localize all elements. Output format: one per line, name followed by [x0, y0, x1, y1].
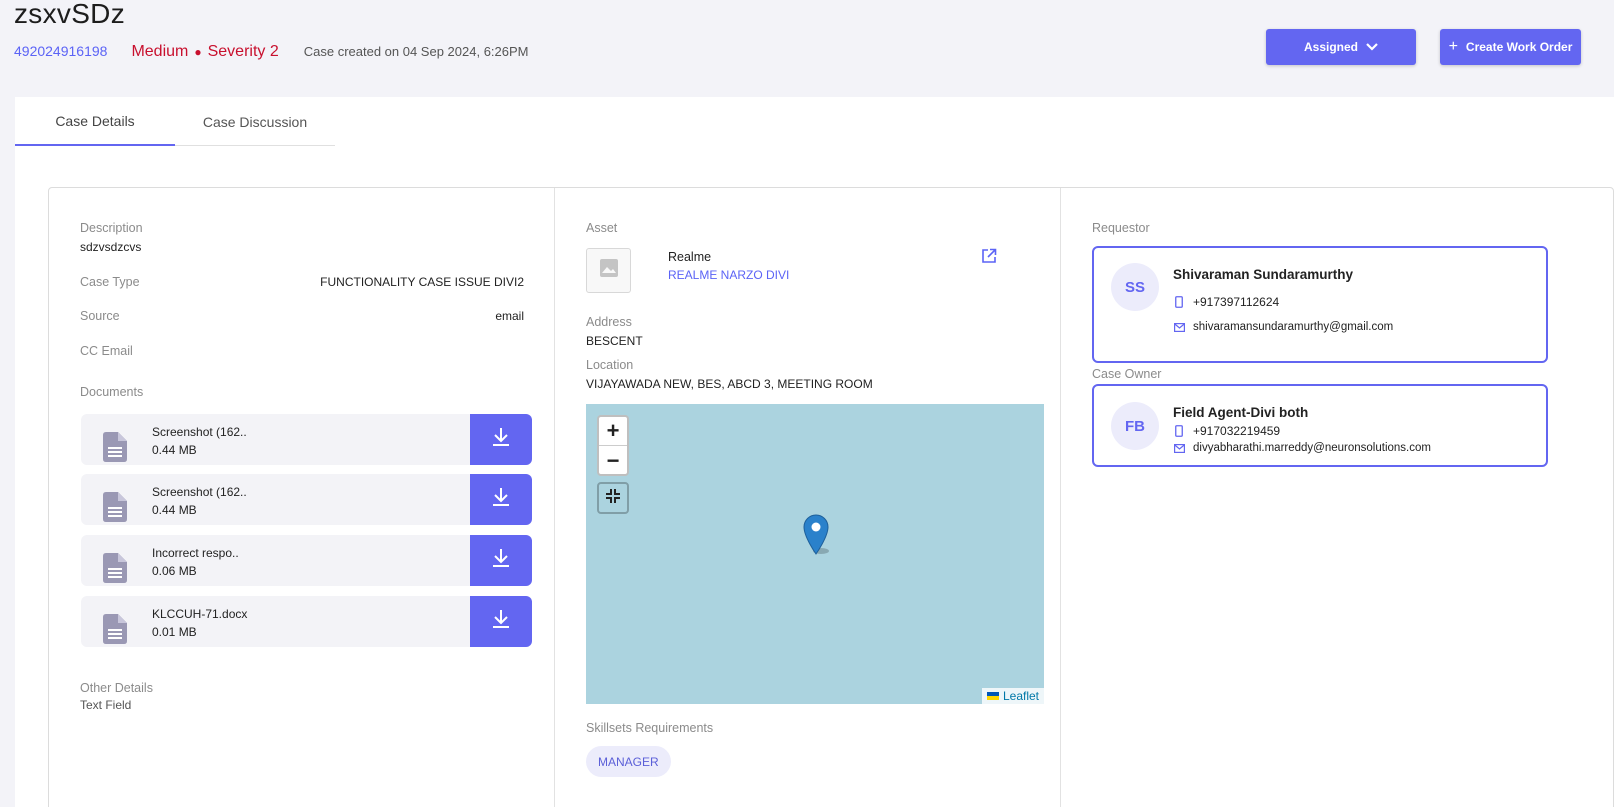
tab-case-details[interactable]: Case Details [15, 97, 175, 146]
description-label: Description [80, 221, 143, 235]
details-column: Description sdzvsdzcvs Case Type FUNCTIO… [49, 188, 554, 807]
address-value: BESCENT [586, 334, 643, 348]
case-type-value: FUNCTIONALITY CASE ISSUE DIVI2 [320, 275, 524, 289]
download-icon [492, 609, 510, 634]
separator-dot: ● [194, 45, 202, 59]
phone-icon [1173, 425, 1185, 437]
asset-model-link[interactable]: REALME NARZO DIVI [668, 268, 789, 282]
case-header: zsxvSDz 492024916198 Medium ● Severity 2… [0, 0, 1614, 96]
document-size: 0.44 MB [152, 503, 197, 517]
requestor-email: shivaramansundaramurthy@gmail.com [1193, 321, 1394, 333]
document-file-icon [103, 432, 127, 462]
main-content: Case Details Case Discussion Description… [15, 97, 1614, 807]
document-item: KLCCUH-71.docx 0.01 MB [81, 596, 532, 647]
location-label: Location [586, 358, 634, 372]
asset-label: Asset [586, 221, 618, 235]
mail-icon [1173, 442, 1185, 454]
document-item: Screenshot (162.. 0.44 MB [81, 414, 532, 465]
owner-email: divyabharathi.marreddy@neuronsolutions.c… [1193, 442, 1431, 454]
source-label: Source [80, 309, 120, 323]
created-date: Case created on 04 Sep 2024, 6:26PM [303, 44, 529, 59]
location-pin-icon[interactable] [803, 513, 833, 560]
requestor-card[interactable]: SS Shivaraman Sundaramurthy +91739711262… [1092, 246, 1548, 363]
document-item: Incorrect respo.. 0.06 MB [81, 535, 532, 586]
document-file-icon [103, 614, 127, 644]
download-icon [492, 427, 510, 452]
requestor-phone-row: +917397112624 [1173, 295, 1279, 309]
priority-label: Medium [131, 43, 189, 60]
case-owner-label: Case Owner [1092, 367, 1162, 381]
document-name: Screenshot (162.. [152, 485, 247, 499]
download-button[interactable] [470, 474, 532, 525]
map-zoom-control: + − [597, 415, 629, 476]
tab-bar: Case Details Case Discussion [15, 97, 335, 146]
cc-email-label: CC Email [80, 344, 133, 358]
documents-label: Documents [80, 385, 144, 399]
open-external-icon[interactable] [981, 248, 997, 269]
zoom-out-button[interactable]: − [599, 446, 627, 475]
document-name: KLCCUH-71.docx [152, 607, 248, 621]
map-attribution[interactable]: Leaflet [981, 688, 1044, 704]
download-button[interactable] [470, 414, 532, 465]
skill-chip: MANAGER [586, 746, 671, 777]
plus-icon: + [1448, 38, 1458, 55]
tab-case-discussion[interactable]: Case Discussion [175, 97, 335, 146]
chevron-down-icon [1366, 40, 1378, 54]
collapse-icon [605, 488, 621, 509]
case-details-card: Description sdzvsdzcvs Case Type FUNCTIO… [48, 187, 1614, 807]
document-file-icon [103, 553, 127, 583]
document-size: 0.01 MB [152, 625, 197, 639]
case-type-label: Case Type [80, 275, 140, 289]
case-meta: 492024916198 Medium ● Severity 2 Case cr… [14, 43, 529, 61]
severity-label: Severity 2 [207, 43, 279, 60]
download-button[interactable] [470, 535, 532, 586]
case-title: zsxvSDz [14, 0, 125, 29]
description-value: sdzvsdzcvs [80, 240, 142, 254]
requestor-email-row: shivaramansundaramurthy@gmail.com [1173, 321, 1393, 333]
avatar: FB [1111, 402, 1159, 450]
avatar: SS [1111, 263, 1159, 311]
flag-icon [986, 692, 999, 700]
zoom-in-button[interactable]: + [599, 417, 627, 446]
case-id-link[interactable]: 492024916198 [14, 43, 107, 59]
download-button[interactable] [470, 596, 532, 647]
document-file-icon [103, 492, 127, 522]
phone-icon [1173, 296, 1185, 308]
download-icon [492, 487, 510, 512]
owner-name: Field Agent-Divi both [1173, 405, 1309, 420]
requestor-name: Shivaraman Sundaramurthy [1173, 267, 1354, 282]
document-size: 0.06 MB [152, 564, 197, 578]
address-label: Address [586, 315, 632, 329]
image-icon [599, 258, 619, 283]
owner-phone-row: +917032219459 [1173, 424, 1280, 438]
create-work-order-button[interactable]: + Create Work Order [1440, 29, 1581, 65]
other-details-value: Text Field [80, 698, 132, 712]
document-size: 0.44 MB [152, 443, 197, 457]
owner-email-row: divyabharathi.marreddy@neuronsolutions.c… [1173, 442, 1431, 454]
skillsets-label: Skillsets Requirements [586, 721, 714, 735]
other-details-label: Other Details [80, 681, 153, 695]
location-value: VIJAYAWADA NEW, BES, ABCD 3, MEETING ROO… [586, 377, 873, 391]
mail-icon [1173, 321, 1185, 333]
assigned-label: Assigned [1303, 40, 1358, 54]
asset-name: Realme [668, 250, 712, 264]
requestor-label: Requestor [1092, 221, 1150, 235]
fit-bounds-button[interactable] [597, 482, 629, 514]
assigned-status-button[interactable]: Assigned [1266, 29, 1416, 65]
case-owner-card[interactable]: FB Field Agent-Divi both +917032219459 d… [1092, 384, 1548, 467]
source-value: email [495, 309, 524, 323]
create-work-order-label: Create Work Order [1465, 40, 1573, 54]
requestor-phone: +917397112624 [1193, 295, 1280, 309]
document-name: Incorrect respo.. [152, 546, 239, 560]
people-column: Requestor SS Shivaraman Sundaramurthy +9… [1061, 188, 1614, 807]
asset-column: Asset Realme REALME NARZO DIVI Address B… [555, 188, 1060, 807]
location-map[interactable]: + − Leaflet [586, 404, 1044, 704]
attribution-link[interactable]: Leaflet [1003, 689, 1039, 703]
document-name: Screenshot (162.. [152, 425, 247, 439]
asset-image-placeholder [586, 248, 631, 293]
owner-phone: +917032219459 [1193, 424, 1281, 438]
document-item: Screenshot (162.. 0.44 MB [81, 474, 532, 525]
download-icon [492, 548, 510, 573]
